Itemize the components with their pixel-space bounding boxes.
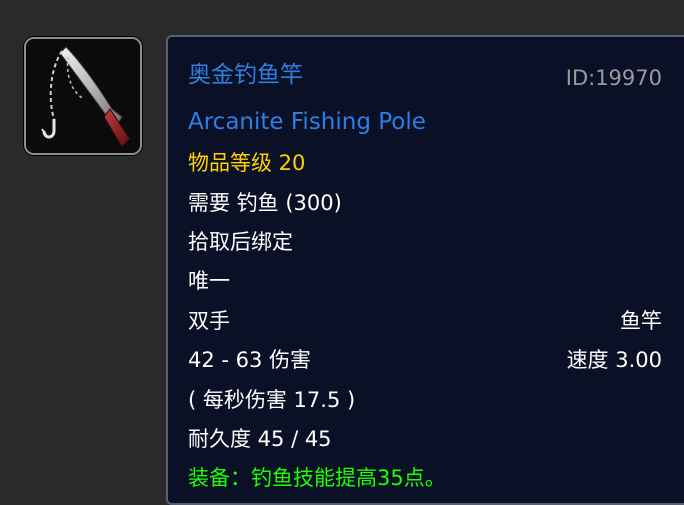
item-name-en: Arcanite Fishing Pole <box>188 109 426 135</box>
item-bind: 拾取后绑定 <box>188 230 293 254</box>
item-type: 鱼竿 <box>620 309 662 333</box>
fishing-pole-icon <box>26 39 140 153</box>
item-durability: 耐久度 45 / 45 <box>188 427 332 451</box>
item-level: 物品等级 20 <box>188 151 306 175</box>
item-icon-frame[interactable] <box>24 37 142 155</box>
item-slot: 双手 <box>188 309 230 333</box>
item-requirement: 需要 钓鱼 (300) <box>188 191 342 215</box>
item-name-cn: 奥金钓鱼竿 <box>188 62 303 88</box>
item-speed: 速度 3.00 <box>566 348 662 372</box>
item-id: ID:19970 <box>565 66 662 90</box>
item-tooltip: 奥金钓鱼竿 ID:19970 Arcanite Fishing Pole 物品等… <box>166 35 684 505</box>
item-damage: 42 - 63 伤害 <box>188 348 312 372</box>
item-equip-effect: 装备：钓鱼技能提高35点。 <box>188 466 446 490</box>
item-unique: 唯一 <box>188 269 230 293</box>
item-dps: ( 每秒伤害 17.5 ) <box>188 388 356 412</box>
